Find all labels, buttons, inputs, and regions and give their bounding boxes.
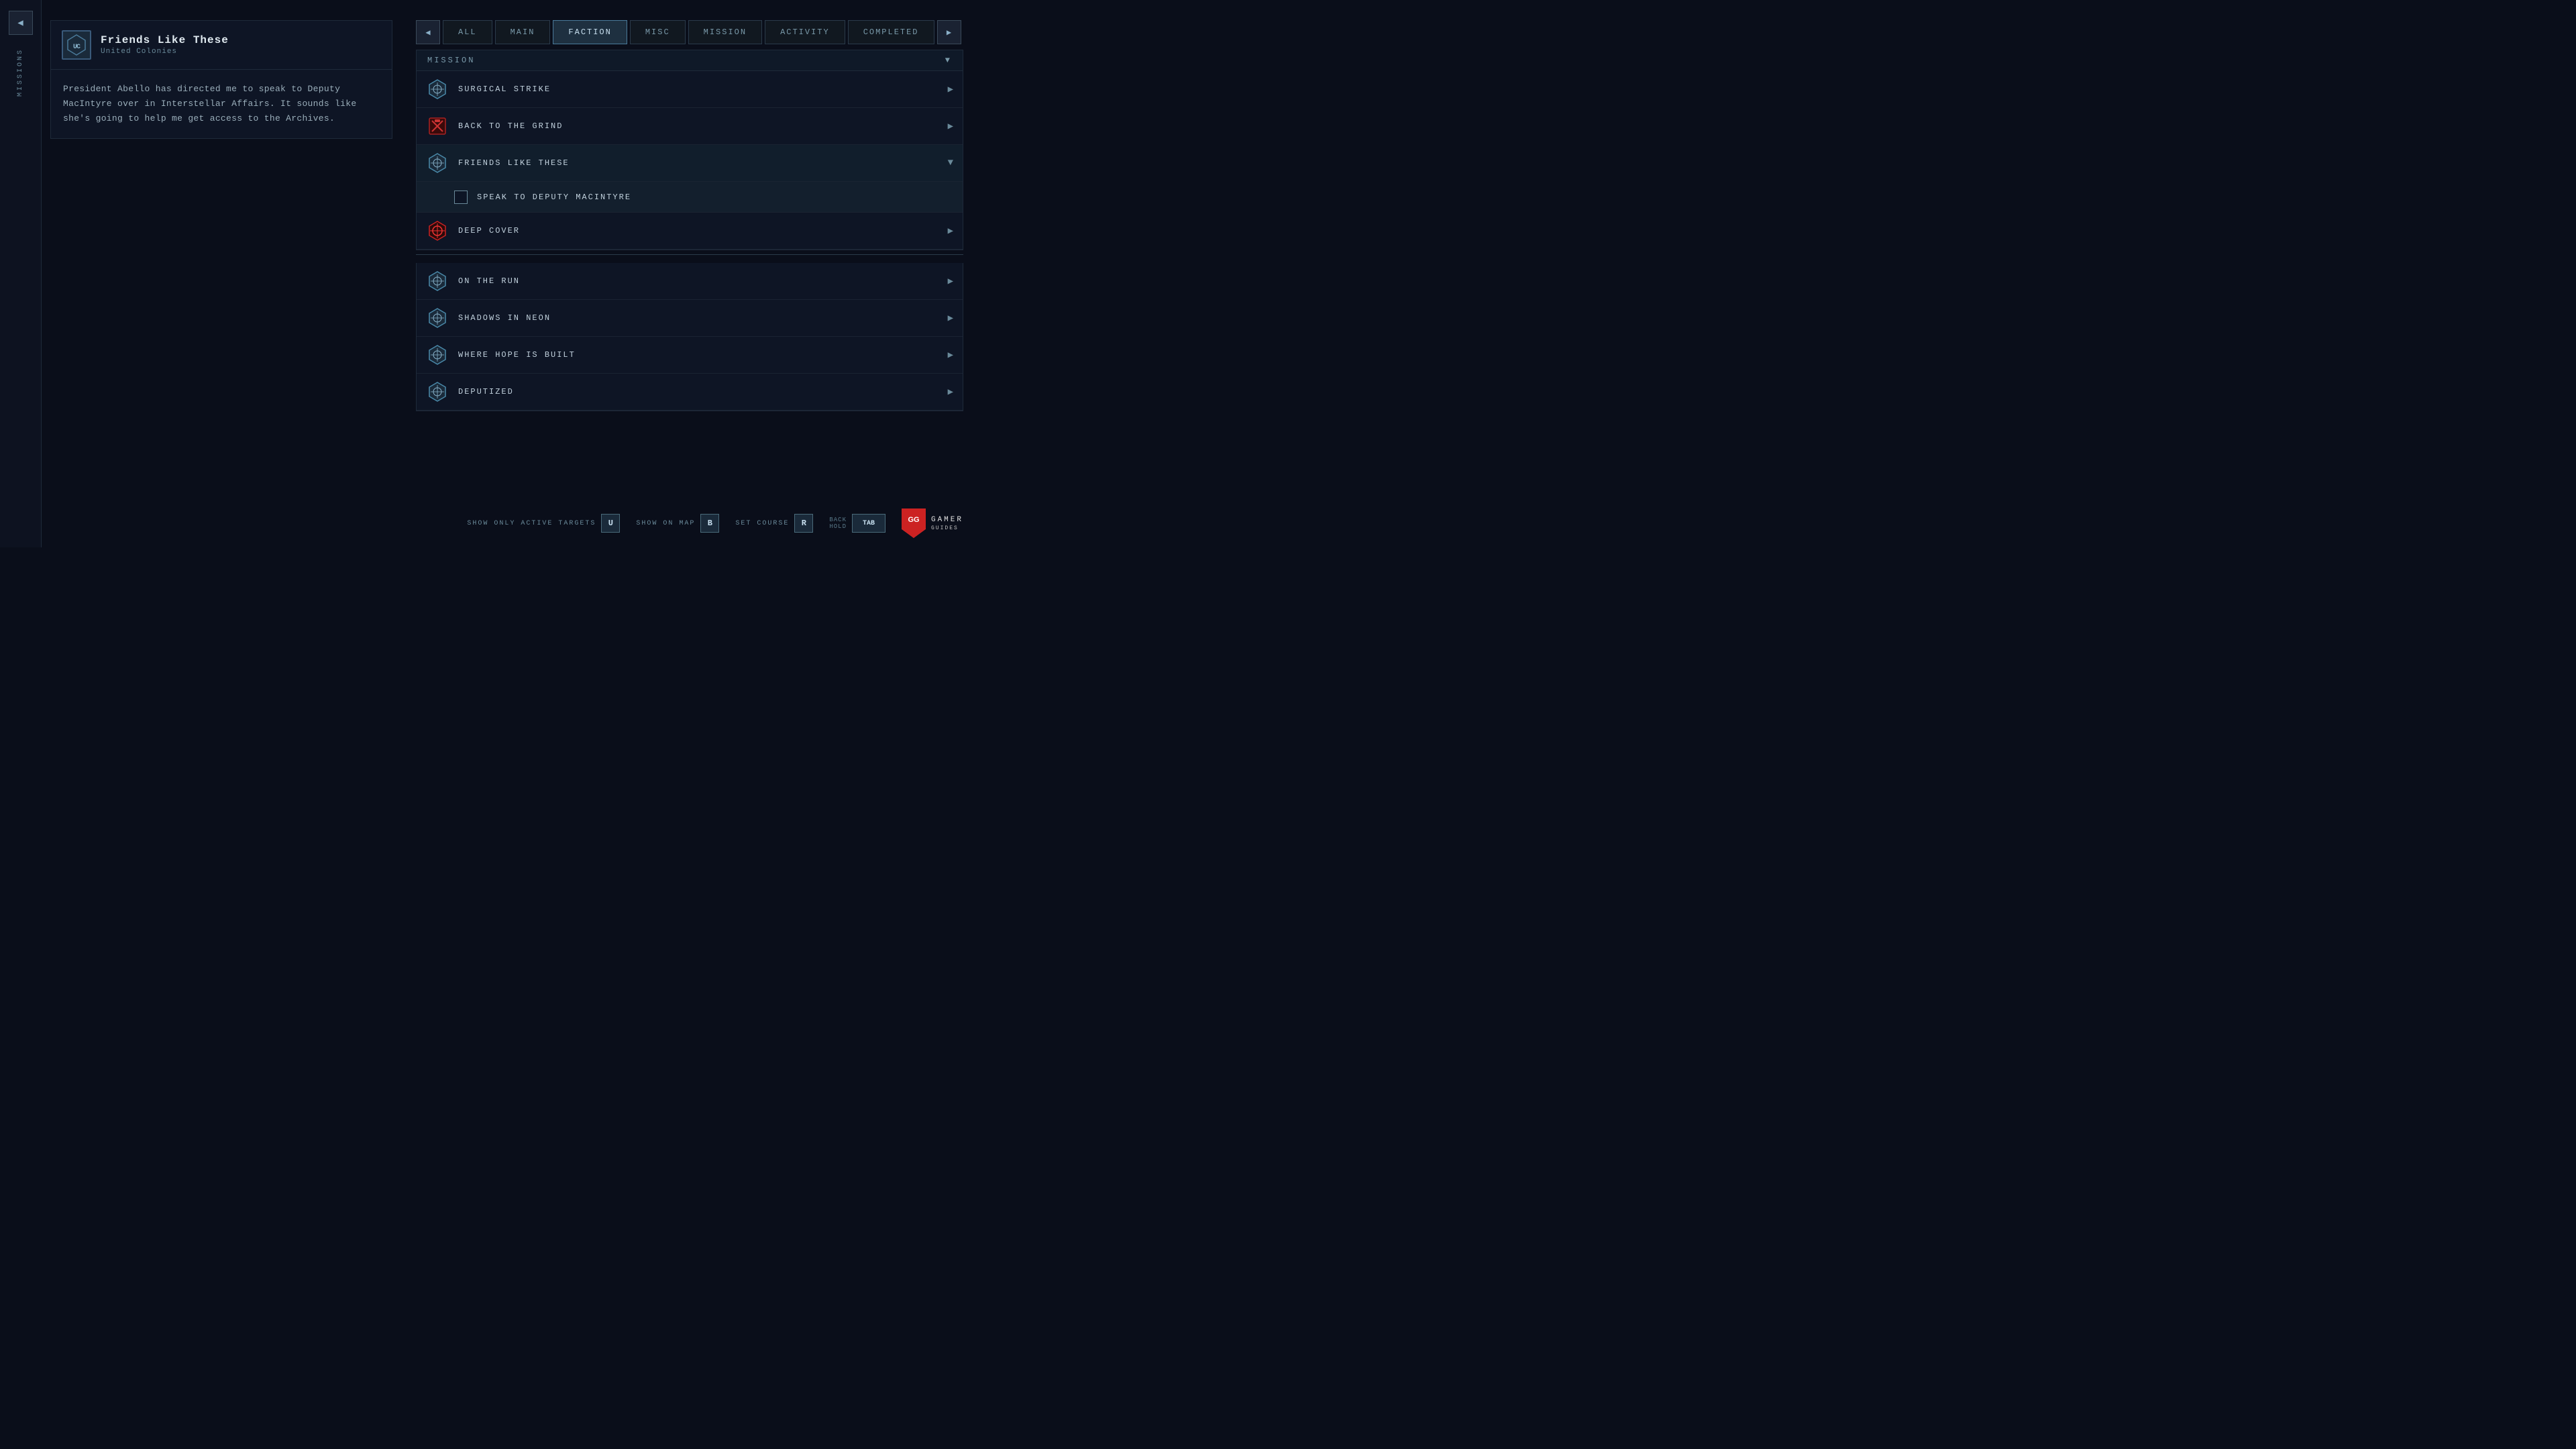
- mission-icon-deputized: [426, 380, 449, 403]
- gg-subtitle: GUIDES: [931, 525, 963, 531]
- show-targets-key[interactable]: U: [601, 514, 620, 533]
- mission-name-where-hope-is-built: WHERE HOPE IS BUILT: [458, 350, 938, 360]
- sidebar: ◀ MISSIONS: [0, 0, 42, 547]
- right-panel: ◀ ALL MAIN FACTION MISC MISSION ACTIVITY…: [416, 20, 963, 411]
- section-divider: [416, 254, 963, 255]
- mission-row-surgical-strike[interactable]: SURGICAL STRIKE ▶: [417, 71, 963, 108]
- mission-name-back-to-grind: BACK TO THE GRIND: [458, 121, 938, 131]
- mission-name-deep-cover: DEEP COVER: [458, 226, 938, 235]
- set-course-action: SET COURSE R: [735, 514, 813, 533]
- mission-row-on-the-run[interactable]: ON THE RUN ▶: [417, 263, 963, 300]
- mission-name-deputized: DEPUTIZED: [458, 387, 938, 396]
- mission-arrow-shadows-in-neon: ▶: [948, 313, 953, 324]
- tab-bar: ◀ ALL MAIN FACTION MISC MISSION ACTIVITY…: [416, 20, 963, 44]
- sidebar-label: MISSIONS: [17, 48, 24, 97]
- tab-completed[interactable]: COMPLETED: [848, 20, 934, 44]
- mission-arrow-where-hope-is-built: ▶: [948, 350, 953, 361]
- mission-icon-uc: [426, 78, 449, 101]
- svg-text:GG: GG: [908, 516, 919, 524]
- gamer-guides-logo: GG GAMER GUIDES: [902, 508, 963, 538]
- back-action: BACK HOLD TAB: [829, 514, 885, 533]
- show-map-label: SHOW ON MAP: [636, 520, 695, 527]
- mission-icon-cf: [426, 115, 449, 138]
- mission-icon-friends: [426, 152, 449, 174]
- bottom-bar: SHOW ONLY ACTIVE TARGETS U SHOW ON MAP B…: [0, 508, 977, 538]
- show-map-key[interactable]: B: [700, 514, 719, 533]
- set-course-label: SET COURSE: [735, 520, 789, 527]
- gg-logo-icon: GG: [902, 508, 926, 538]
- subtask-checkbox[interactable]: [454, 191, 468, 204]
- tab-nav-left-btn[interactable]: ◀: [416, 20, 440, 44]
- mission-name-on-the-run: ON THE RUN: [458, 276, 938, 286]
- svg-text:UC: UC: [73, 44, 80, 51]
- back-hold-block: BACK HOLD: [829, 517, 847, 530]
- mission-row-deep-cover[interactable]: DEEP COVER ▶: [417, 213, 963, 250]
- mission-faction: United Colonies: [101, 48, 229, 56]
- tab-activity[interactable]: ACTIVITY: [765, 20, 845, 44]
- gg-title: GAMER: [931, 515, 963, 525]
- mission-header: UC Friends Like These United Colonies: [51, 21, 392, 70]
- subtask-label: SPEAK TO DEPUTY MACINTYRE: [477, 193, 631, 202]
- tab-all[interactable]: ALL: [443, 20, 492, 44]
- mission-title-block: Friends Like These United Colonies: [101, 34, 229, 56]
- section-label: MISSION: [427, 56, 475, 65]
- hold-label: HOLD: [829, 523, 847, 530]
- back-label: BACK: [829, 517, 847, 523]
- tab-misc[interactable]: MISC: [630, 20, 686, 44]
- mission-icon-shadows-in-neon: [426, 307, 449, 329]
- section-header: MISSION ▼: [416, 50, 963, 71]
- tab-nav-right-btn[interactable]: ▶: [937, 20, 961, 44]
- show-targets-action: SHOW ONLY ACTIVE TARGETS U: [467, 514, 620, 533]
- tab-faction[interactable]: FACTION: [553, 20, 627, 44]
- mission-row-deputized[interactable]: DEPUTIZED ▶: [417, 374, 963, 411]
- mission-arrow-deputized: ▶: [948, 386, 953, 398]
- mission-row-where-hope-is-built[interactable]: WHERE HOPE IS BUILT ▶: [417, 337, 963, 374]
- mission-icon-where-hope-is-built: [426, 343, 449, 366]
- show-targets-label: SHOW ONLY ACTIVE TARGETS: [467, 520, 596, 527]
- mission-faction-icon: UC: [62, 30, 91, 60]
- section-dropdown-icon[interactable]: ▼: [945, 56, 952, 65]
- set-course-key[interactable]: R: [794, 514, 813, 533]
- mission-list-2: ON THE RUN ▶ SHADOWS IN NEON ▶: [416, 263, 963, 411]
- mission-arrow-on-the-run: ▶: [948, 276, 953, 287]
- mission-row-back-to-grind[interactable]: BACK TO THE GRIND ▶: [417, 108, 963, 145]
- tab-main[interactable]: MAIN: [495, 20, 551, 44]
- mission-arrow-back-to-grind: ▶: [948, 121, 953, 132]
- mission-name-surgical-strike: SURGICAL STRIKE: [458, 85, 938, 94]
- mission-list: SURGICAL STRIKE ▶ BACK TO THE GRIND ▶: [416, 71, 963, 250]
- tab-mission[interactable]: MISSION: [688, 20, 762, 44]
- mission-detail-panel: UC Friends Like These United Colonies Pr…: [50, 20, 392, 139]
- back-key[interactable]: TAB: [852, 514, 885, 533]
- mission-icon-on-the-run: [426, 270, 449, 292]
- mission-row-friends-like-these[interactable]: FRIENDS LIKE THESE ▼: [417, 145, 963, 182]
- mission-name-shadows-in-neon: SHADOWS IN NEON: [458, 313, 938, 323]
- mission-name: Friends Like These: [101, 34, 229, 46]
- mission-arrow-friends-like-these: ▼: [948, 158, 953, 168]
- mission-description: President Abello has directed me to spea…: [51, 70, 392, 138]
- mission-arrow-deep-cover: ▶: [948, 225, 953, 237]
- mission-icon-deep-cover: [426, 219, 449, 242]
- subtask-row-speak-to-deputy[interactable]: SPEAK TO DEPUTY MACINTYRE: [417, 182, 963, 213]
- mission-arrow-surgical-strike: ▶: [948, 84, 953, 95]
- sidebar-collapse-btn[interactable]: ◀: [9, 11, 33, 35]
- mission-name-friends-like-these: FRIENDS LIKE THESE: [458, 158, 938, 168]
- show-map-action: SHOW ON MAP B: [636, 514, 719, 533]
- mission-row-shadows-in-neon[interactable]: SHADOWS IN NEON ▶: [417, 300, 963, 337]
